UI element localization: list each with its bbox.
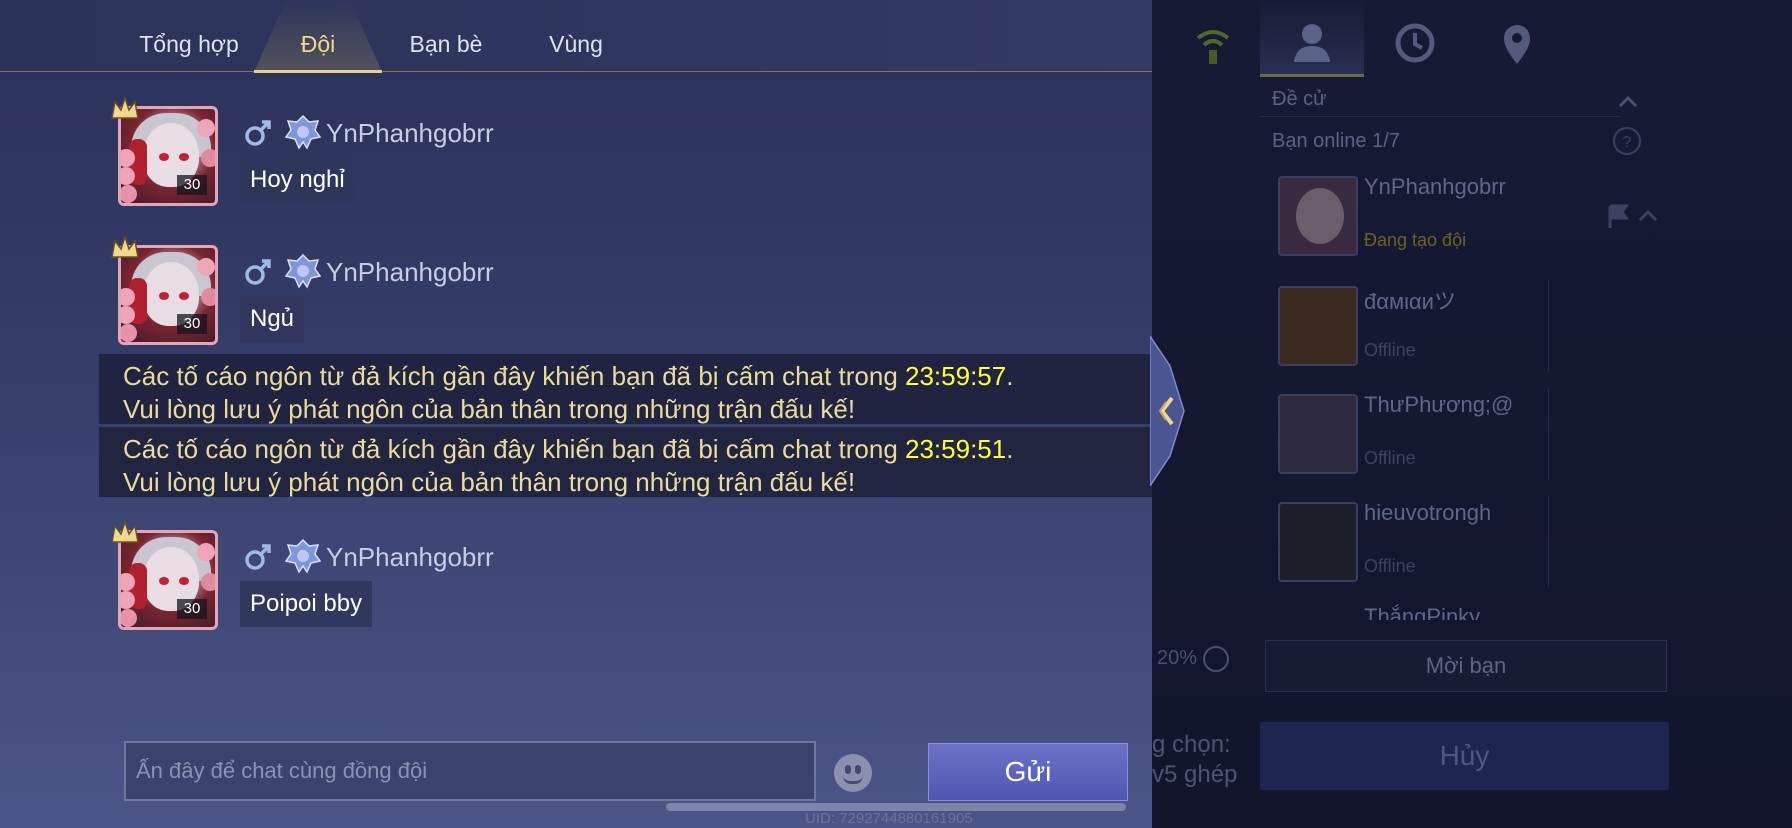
chat-message: 30 YnPhanhgobrr Hoy nghỉ bbox=[0, 96, 1152, 208]
location-tab-icon[interactable] bbox=[1492, 18, 1542, 68]
divider bbox=[1548, 280, 1549, 372]
bonus-coin-icon bbox=[1203, 646, 1229, 672]
sender-name[interactable]: YnPhanhgobrr bbox=[326, 542, 494, 573]
invite-friend-button[interactable]: Mời bạn bbox=[1265, 640, 1667, 692]
warning-text: . bbox=[1006, 361, 1014, 391]
mute-timer: 23:59:51 bbox=[905, 434, 1007, 464]
message-bubble: Ngủ bbox=[240, 296, 305, 342]
sender-name[interactable]: YnPhanhgobrr bbox=[326, 118, 494, 149]
level-badge: 30 bbox=[177, 599, 207, 619]
chat-panel: Tổng hợp Đội Bạn bè Vùng 30 YnPhanhgobrr… bbox=[0, 0, 1152, 828]
chat-tab-bar: Tổng hợp Đội Bạn bè Vùng bbox=[0, 0, 1152, 73]
friend-status: Offline bbox=[1364, 448, 1416, 468]
friend-avatar bbox=[1278, 394, 1358, 474]
tab-label: Vùng bbox=[549, 31, 603, 57]
divider bbox=[1260, 116, 1620, 117]
friend-name: ThắngPinky bbox=[1364, 604, 1481, 620]
warning-line: Vui lòng lưu ý phát ngôn của bản thân tr… bbox=[123, 394, 856, 424]
friend-item[interactable]: YnPhanhgobrr Đang tạo đội bbox=[1268, 170, 1628, 274]
level-badge: 30 bbox=[177, 314, 207, 334]
friend-status: Đang tạo đội bbox=[1364, 230, 1467, 250]
tab-region[interactable]: Vùng bbox=[540, 0, 612, 72]
warning-line: Các tố cáo ngôn từ đả kích gần đây khiến… bbox=[123, 433, 1128, 466]
uid-label: UID: 7292744880161905 bbox=[805, 810, 973, 827]
chevron-up-icon[interactable] bbox=[1616, 90, 1640, 114]
system-warning-message: Các tố cáo ngôn từ đả kích gần đây khiến… bbox=[99, 354, 1152, 424]
message-bubble: Hoy nghỉ bbox=[240, 157, 355, 203]
mute-timer: 23:59:57 bbox=[905, 361, 1007, 391]
friend-item[interactable]: đαмιαиツ Offline bbox=[1268, 280, 1628, 384]
tab-friends[interactable]: Bạn bè bbox=[400, 0, 492, 72]
friend-avatar bbox=[1278, 286, 1358, 366]
emoji-icon[interactable] bbox=[834, 754, 872, 792]
chat-input[interactable]: Ấn đây để chat cùng đồng đội bbox=[124, 741, 816, 801]
warning-text: Các tố cáo ngôn từ đả kích gần đây khiến… bbox=[123, 434, 906, 464]
send-button[interactable]: Gửi bbox=[928, 743, 1128, 801]
mode-info: g chọn: v5 ghép bbox=[1152, 730, 1237, 790]
friends-tab-underline bbox=[1260, 74, 1364, 77]
cancel-button[interactable]: Hủy bbox=[1260, 722, 1669, 790]
recommend-label[interactable]: Đề cử bbox=[1272, 88, 1327, 111]
rank-badge-icon bbox=[284, 114, 322, 150]
male-gender-icon bbox=[245, 259, 271, 285]
crown-icon bbox=[111, 235, 139, 258]
friend-item[interactable]: ThắngPinky bbox=[1268, 604, 1628, 620]
bonus-percent: 20% bbox=[1157, 647, 1198, 669]
friend-item[interactable]: ThưPhương;@ Offline bbox=[1268, 388, 1628, 492]
chevron-up-icon[interactable] bbox=[1636, 204, 1660, 228]
chat-message: 30 YnPhanhgobrr Poipoi bby bbox=[0, 520, 1152, 632]
friend-avatar bbox=[1278, 502, 1358, 582]
crown-icon bbox=[111, 520, 139, 543]
warning-text: Các tố cáo ngôn từ đả kích gần đây khiến… bbox=[123, 361, 906, 391]
tab-label: Bạn bè bbox=[409, 31, 483, 57]
tab-team[interactable]: Đội bbox=[254, 0, 382, 73]
avatar[interactable]: 30 bbox=[111, 235, 218, 345]
friend-status: Offline bbox=[1364, 340, 1416, 360]
history-tab-icon[interactable] bbox=[1390, 18, 1440, 68]
friend-name: đαмιαиツ bbox=[1364, 289, 1456, 314]
rank-badge-icon bbox=[284, 538, 322, 574]
tab-label: Đội bbox=[300, 31, 336, 57]
friends-side-panel: Đề cử Bạn online 1/7 ? YnPhanhgobrr Đang… bbox=[1152, 0, 1792, 828]
friend-item[interactable]: hieuvotrongh Offline bbox=[1268, 496, 1628, 600]
svg-text:?: ? bbox=[1623, 134, 1632, 151]
warning-line: Vui lòng lưu ý phát ngôn của bản thân tr… bbox=[123, 467, 856, 497]
level-badge: 30 bbox=[177, 175, 207, 195]
male-gender-icon bbox=[245, 544, 271, 570]
message-bubble: Poipoi bby bbox=[240, 581, 373, 627]
flag-icon[interactable] bbox=[1604, 202, 1634, 230]
avatar[interactable]: 30 bbox=[111, 96, 218, 206]
tab-general[interactable]: Tổng hợp bbox=[128, 0, 250, 72]
mode-line: g chọn: bbox=[1152, 731, 1231, 758]
friend-avatar bbox=[1278, 176, 1358, 256]
tab-label: Tổng hợp bbox=[139, 31, 239, 57]
wifi-signal-icon bbox=[1196, 30, 1230, 64]
help-icon[interactable]: ? bbox=[1612, 126, 1642, 156]
friend-name: YnPhanhgobrr bbox=[1364, 174, 1506, 199]
mode-line: v5 ghép bbox=[1152, 761, 1238, 788]
male-gender-icon bbox=[245, 120, 271, 146]
sender-name[interactable]: YnPhanhgobrr bbox=[326, 257, 494, 288]
collapse-panel-button[interactable] bbox=[1150, 336, 1186, 486]
chat-message: 30 YnPhanhgobrr Ngủ bbox=[0, 235, 1152, 347]
system-warning-message: Các tố cáo ngôn từ đả kích gần đây khiến… bbox=[99, 427, 1152, 497]
divider bbox=[1548, 496, 1549, 588]
friend-name: ThưPhương;@ bbox=[1364, 392, 1514, 417]
divider bbox=[1548, 388, 1549, 480]
warning-line: Các tố cáo ngôn từ đả kích gần đây khiến… bbox=[123, 360, 1128, 393]
warning-text: . bbox=[1006, 434, 1014, 464]
friend-status: Offline bbox=[1364, 556, 1416, 576]
online-count-label: Bạn online 1/7 bbox=[1272, 130, 1400, 152]
friends-tab-icon[interactable] bbox=[1286, 18, 1336, 68]
avatar[interactable]: 30 bbox=[111, 520, 218, 630]
crown-icon bbox=[111, 96, 139, 119]
rank-badge-icon bbox=[284, 253, 322, 289]
friend-name: hieuvotrongh bbox=[1364, 500, 1492, 525]
